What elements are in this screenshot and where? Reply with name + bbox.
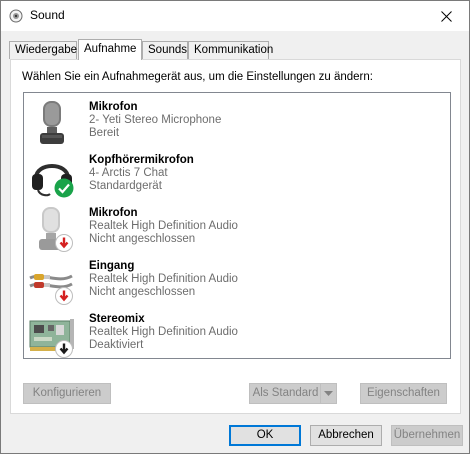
title-bar[interactable]: Sound bbox=[1, 1, 469, 31]
device-status: Bereit bbox=[89, 127, 120, 139]
device-description: Realtek High Definition Audio bbox=[89, 273, 238, 285]
device-status: Nicht angeschlossen bbox=[89, 233, 196, 245]
recording-panel: Wählen Sie ein Aufnahmegerät aus, um die… bbox=[10, 59, 461, 414]
headset-icon bbox=[28, 152, 76, 200]
device-item-line-in[interactable]: Eingang Realtek High Definition Audio Ni… bbox=[24, 256, 450, 308]
set-default-dropdown-arrow[interactable] bbox=[320, 384, 336, 403]
device-description: Realtek High Definition Audio bbox=[89, 220, 238, 232]
instruction-text: Wählen Sie ein Aufnahmegerät aus, um die… bbox=[22, 71, 373, 83]
window-title: Sound bbox=[30, 8, 65, 22]
device-name: Mikrofon bbox=[89, 207, 138, 219]
device-item-arctis-headset[interactable]: Kopfhörermikrofon 4- Arctis 7 Chat Stand… bbox=[24, 150, 450, 202]
apply-button[interactable]: Übernehmen bbox=[391, 425, 463, 446]
sound-dialog: Sound Wiedergabe Aufnahme Sounds Kommuni… bbox=[0, 0, 470, 454]
disconnected-arrow-icon bbox=[55, 234, 73, 252]
disabled-arrow-icon bbox=[55, 340, 73, 358]
speaker-app-icon bbox=[9, 9, 23, 23]
ok-button[interactable]: OK bbox=[229, 425, 301, 446]
line-in-cable-icon bbox=[28, 258, 76, 306]
device-name: Mikrofon bbox=[89, 101, 138, 113]
default-checkmark-icon bbox=[54, 178, 74, 198]
set-default-split-button[interactable]: Als Standard bbox=[249, 383, 337, 404]
sound-card-icon bbox=[28, 311, 76, 358]
device-item-realtek-microphone[interactable]: Mikrofon Realtek High Definition Audio N… bbox=[24, 203, 450, 255]
tab-wiedergabe[interactable]: Wiedergabe bbox=[9, 41, 77, 59]
device-name: Stereomix bbox=[89, 313, 145, 325]
configure-button[interactable]: Konfigurieren bbox=[23, 383, 111, 404]
device-description: 4- Arctis 7 Chat bbox=[89, 167, 168, 179]
close-icon bbox=[440, 10, 452, 22]
cancel-button[interactable]: Abbrechen bbox=[310, 425, 382, 446]
disconnected-arrow-icon bbox=[55, 287, 73, 305]
properties-button[interactable]: Eigenschaften bbox=[360, 383, 447, 404]
device-name: Eingang bbox=[89, 260, 135, 272]
tab-aufnahme[interactable]: Aufnahme bbox=[78, 39, 142, 60]
tab-kommunikation[interactable]: Kommunikation bbox=[188, 41, 273, 59]
device-name: Kopfhörermikrofon bbox=[89, 154, 194, 166]
chevron-down-icon bbox=[324, 391, 333, 396]
tab-sounds[interactable]: Sounds bbox=[142, 41, 188, 59]
device-item-yeti-microphone[interactable]: Mikrofon 2- Yeti Stereo Microphone Berei… bbox=[24, 97, 450, 149]
device-description: Realtek High Definition Audio bbox=[89, 326, 238, 338]
device-status: Nicht angeschlossen bbox=[89, 286, 196, 298]
device-status: Standardgerät bbox=[89, 180, 162, 192]
device-status: Deaktiviert bbox=[89, 339, 144, 351]
device-list[interactable]: Mikrofon 2- Yeti Stereo Microphone Berei… bbox=[23, 92, 451, 359]
close-button[interactable] bbox=[423, 1, 469, 31]
device-item-stereomix[interactable]: Stereomix Realtek High Definition Audio … bbox=[24, 309, 450, 358]
device-description: 2- Yeti Stereo Microphone bbox=[89, 114, 222, 126]
microphone-icon bbox=[28, 99, 76, 147]
microphone-icon bbox=[28, 205, 76, 253]
set-default-label: Als Standard bbox=[252, 387, 319, 399]
